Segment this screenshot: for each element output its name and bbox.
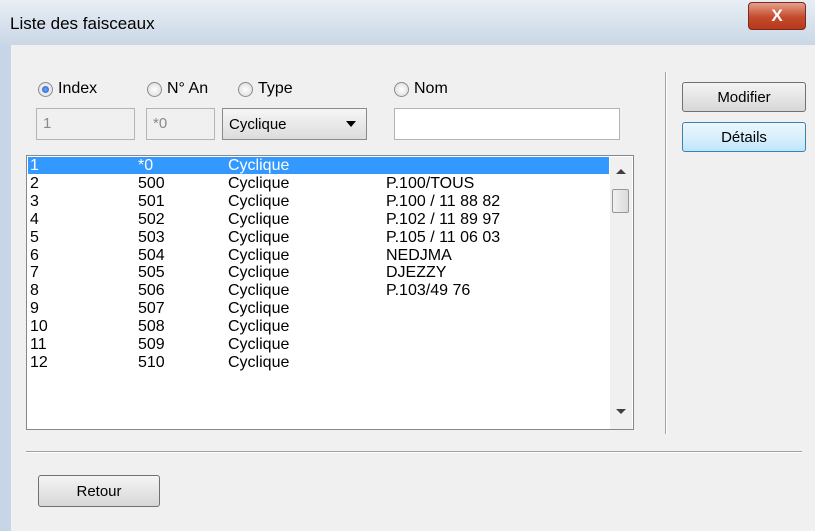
cell-nan: *0 xyxy=(138,157,154,174)
cell-index: 3 xyxy=(30,192,39,210)
window-frame xyxy=(0,45,11,531)
vertical-divider xyxy=(665,72,666,434)
radio-index-icon xyxy=(38,81,53,97)
window-title: Liste des faisceaux xyxy=(10,14,155,33)
cell-index: 9 xyxy=(30,300,39,318)
radio-nan-icon xyxy=(147,81,162,97)
cell-nom: P.103/49 76 xyxy=(386,282,471,300)
cell-nan: 509 xyxy=(138,336,165,353)
list-item[interactable]: 6 504 Cyclique NEDJMA xyxy=(28,247,609,264)
title-bar[interactable]: Liste des faisceaux X xyxy=(0,0,815,45)
cell-nom: NEDJMA xyxy=(386,246,452,264)
cell-index: 11 xyxy=(30,336,47,353)
nom-field[interactable] xyxy=(394,108,620,140)
close-button[interactable]: X xyxy=(748,2,806,30)
cell-nom: P.100 / 11 88 82 xyxy=(386,192,501,210)
cell-index: 12 xyxy=(30,353,48,371)
dialog-window: Liste des faisceaux X Index N° An Type N… xyxy=(0,0,815,531)
cell-nan: 510 xyxy=(138,353,165,371)
cell-type: Cyclique xyxy=(228,174,290,192)
list-item[interactable]: 10 508 Cyclique xyxy=(28,318,609,335)
list-item[interactable]: 7 505 Cyclique DJEZZY xyxy=(28,264,609,281)
index-field[interactable]: 1 xyxy=(36,108,135,140)
scroll-down-icon[interactable] xyxy=(616,409,626,414)
cell-type: Cyclique xyxy=(228,282,290,300)
list-item[interactable]: 2 500 Cyclique P.100/TOUS xyxy=(28,175,609,192)
details-button[interactable]: Détails xyxy=(682,122,806,152)
cell-index: 7 xyxy=(30,264,39,282)
cell-nan: 502 xyxy=(138,210,165,228)
cell-nom: DJEZZY xyxy=(386,264,447,282)
list-item[interactable]: 1 *0 Cyclique xyxy=(28,157,609,174)
cell-type: Cyclique xyxy=(228,318,290,336)
list-item[interactable]: 11 509 Cyclique xyxy=(28,336,609,353)
vertical-scrollbar[interactable] xyxy=(610,157,632,429)
list-item[interactable]: 3 501 Cyclique P.100 / 11 88 82 xyxy=(28,193,609,210)
nan-field[interactable]: *0 xyxy=(146,108,215,140)
cell-index: 1 xyxy=(30,157,39,174)
cell-index: 4 xyxy=(30,210,39,228)
radio-index[interactable]: Index xyxy=(38,80,97,98)
cell-nan: 507 xyxy=(138,300,165,318)
radio-index-label: Index xyxy=(58,80,98,97)
scroll-thumb[interactable] xyxy=(612,189,629,213)
type-combobox-value: Cyclique xyxy=(229,116,287,133)
cell-nan: 503 xyxy=(138,228,165,246)
cell-index: 8 xyxy=(30,282,39,300)
radio-type-label: Type xyxy=(258,80,293,97)
modifier-button[interactable]: Modifier xyxy=(682,82,806,112)
cell-index: 5 xyxy=(30,228,39,246)
close-icon: X xyxy=(771,6,783,25)
cell-index: 6 xyxy=(30,246,39,264)
cell-type: Cyclique xyxy=(228,157,290,174)
cell-nan: 505 xyxy=(138,264,165,282)
cell-nan: 500 xyxy=(138,174,165,192)
radio-type-icon xyxy=(238,81,253,97)
list-item[interactable]: 12 510 Cyclique xyxy=(28,354,609,371)
cell-nan: 508 xyxy=(138,318,165,336)
cell-type: Cyclique xyxy=(228,210,290,228)
cell-nan: 504 xyxy=(138,246,165,264)
cell-type: Cyclique xyxy=(228,264,290,282)
radio-nan-label: N° An xyxy=(167,80,209,97)
faisceaux-listbox[interactable]: 1 *0 Cyclique 2 500 Cyclique P.100/TOUS 3 501 Cyc… xyxy=(26,155,634,430)
list-item[interactable]: 4 502 Cyclique P.102 / 11 89 97 xyxy=(28,211,609,228)
list-item[interactable]: 9 507 Cyclique xyxy=(28,300,609,317)
radio-type[interactable]: Type xyxy=(238,80,293,98)
cell-type: Cyclique xyxy=(228,353,290,371)
cell-index: 2 xyxy=(30,174,39,192)
radio-nom-label: Nom xyxy=(414,80,448,97)
cell-type: Cyclique xyxy=(228,246,290,264)
radio-nan[interactable]: N° An xyxy=(147,80,208,98)
horizontal-divider xyxy=(26,451,802,452)
cell-nom: P.102 / 11 89 97 xyxy=(386,210,501,228)
chevron-down-icon[interactable] xyxy=(346,121,356,127)
cell-type: Cyclique xyxy=(228,228,290,246)
radio-nom-icon xyxy=(394,81,409,97)
cell-type: Cyclique xyxy=(228,336,290,353)
cell-nan: 506 xyxy=(138,282,165,300)
list-item[interactable]: 8 506 Cyclique P.103/49 76 xyxy=(28,282,609,299)
cell-nom: P.105 / 11 06 03 xyxy=(386,228,501,246)
cell-index: 10 xyxy=(30,318,48,336)
radio-nom[interactable]: Nom xyxy=(394,80,448,98)
list-item[interactable]: 5 503 Cyclique P.105 / 11 06 03 xyxy=(28,229,609,246)
cell-nom: P.100/TOUS xyxy=(386,174,475,192)
cell-nan: 501 xyxy=(138,192,165,210)
type-combobox[interactable]: Cyclique xyxy=(222,108,367,140)
retour-button[interactable]: Retour xyxy=(38,475,160,507)
cell-type: Cyclique xyxy=(228,192,290,210)
scroll-up-icon[interactable] xyxy=(616,169,626,174)
cell-type: Cyclique xyxy=(228,300,290,318)
